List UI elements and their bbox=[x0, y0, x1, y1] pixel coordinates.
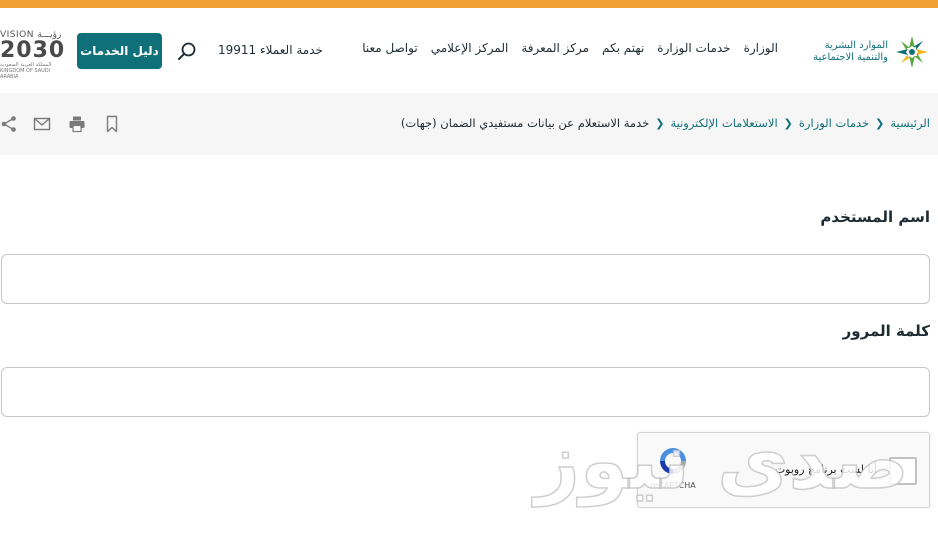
nav-item-knowledge-center[interactable]: مركز المعرفة bbox=[521, 41, 589, 55]
username-label: اسم المستخدم bbox=[820, 208, 930, 226]
recaptcha-checkbox[interactable] bbox=[889, 457, 917, 485]
print-icon[interactable] bbox=[68, 115, 86, 133]
password-input[interactable] bbox=[1, 367, 930, 417]
username-input[interactable] bbox=[1, 254, 930, 304]
vision-subtitle: المملكة العربية السعودية KINGDOM OF SAUD… bbox=[0, 62, 52, 80]
ministry-name: الموارد البشرية والتنمية الاجتماعية bbox=[813, 40, 888, 64]
mail-icon[interactable] bbox=[33, 115, 51, 133]
customer-service-hotline[interactable]: خدمة العملاء 19911 bbox=[218, 43, 323, 57]
chevron-left-icon: ❮ bbox=[655, 116, 665, 130]
chevron-left-icon: ❮ bbox=[783, 116, 793, 130]
recaptcha-brand: reCAPTCHA bbox=[650, 481, 696, 490]
recaptcha-icon bbox=[660, 448, 686, 474]
nav-item-ministry-services[interactable]: خدمات الوزارة bbox=[657, 41, 730, 55]
ministry-name-line1: الموارد البشرية bbox=[824, 40, 888, 51]
breadcrumb-bar: الرئيسية ❮ خدمات الوزارة ❮ الاستعلامات ا… bbox=[0, 93, 938, 155]
services-guide-button[interactable]: دليل الخدمات bbox=[77, 33, 162, 69]
ministry-logo[interactable]: الموارد البشرية والتنمية الاجتماعية bbox=[790, 30, 930, 74]
vision-year: 2030 bbox=[0, 38, 66, 63]
main-nav: الوزارة خدمات الوزارة نهتم بكم مركز المع… bbox=[362, 41, 778, 55]
vision-2030-logo: VISION رؤيـــة 2030 المملكة العربية السع… bbox=[0, 30, 66, 80]
chevron-left-icon: ❮ bbox=[875, 116, 885, 130]
ministry-emblem-icon bbox=[896, 36, 928, 68]
recaptcha-label: أنا لست برنامج روبوت bbox=[774, 463, 877, 476]
page-tools bbox=[0, 115, 121, 133]
breadcrumb-current-page: خدمة الاستعلام عن بيانات مستفيدي الضمان … bbox=[400, 116, 650, 130]
site-header: الموارد البشرية والتنمية الاجتماعية الوز… bbox=[0, 8, 938, 93]
password-label: كلمة المرور bbox=[842, 322, 930, 340]
nav-item-contact-us[interactable]: تواصل معنا bbox=[362, 41, 417, 55]
nav-item-ministry[interactable]: الوزارة bbox=[744, 41, 778, 55]
ministry-name-line2: والتنمية الاجتماعية bbox=[813, 52, 888, 63]
recaptcha-logo[interactable]: reCAPTCHA bbox=[648, 445, 698, 501]
breadcrumb-home[interactable]: الرئيسية bbox=[890, 116, 930, 130]
nav-item-we-care[interactable]: نهتم بكم bbox=[602, 41, 644, 55]
breadcrumb: الرئيسية ❮ خدمات الوزارة ❮ الاستعلامات ا… bbox=[401, 116, 930, 130]
recaptcha-widget: أنا لست برنامج روبوت reCAPTCHA bbox=[637, 432, 930, 508]
nav-item-media-center[interactable]: المركز الإعلامي bbox=[431, 41, 509, 55]
bookmark-icon[interactable] bbox=[103, 115, 121, 133]
breadcrumb-e-inquiries[interactable]: الاستعلامات الإلكترونية bbox=[670, 116, 777, 130]
search-icon[interactable] bbox=[177, 41, 197, 61]
top-accent-bar bbox=[0, 0, 938, 8]
share-icon[interactable] bbox=[0, 115, 18, 133]
breadcrumb-ministry-services[interactable]: خدمات الوزارة bbox=[799, 116, 869, 130]
